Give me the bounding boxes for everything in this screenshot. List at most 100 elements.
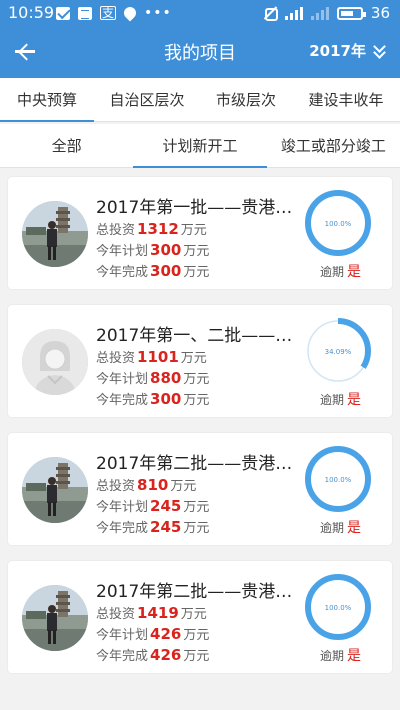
unit-label: 万元: [183, 500, 210, 515]
annual-completed-label: 今年完成: [96, 649, 149, 664]
progress-text: 100.0%: [325, 604, 352, 612]
tab-city-level[interactable]: 市级层次: [200, 78, 292, 121]
unit-label: 万元: [183, 521, 210, 536]
unit-label: 万元: [183, 393, 210, 408]
project-title: 2017年第二批——贵港市…: [96, 582, 306, 602]
overdue-label: 逾期: [320, 393, 345, 407]
status-time: 10:59: [8, 3, 55, 22]
total-investment-value: 1419: [137, 604, 179, 622]
annual-plan: 今年计划 426 万元: [96, 624, 209, 643]
mute-icon: [263, 6, 278, 21]
project-card[interactable]: 2017年第二批——贵港市… 总投资 1419 万元 今年计划 426 万元 今年完成 426 万…: [7, 560, 393, 674]
signal-icon: [284, 6, 303, 20]
annual-plan-label: 今年计划: [96, 628, 149, 643]
total-investment: 总投资 1101 万元: [96, 347, 207, 366]
project-photo: [22, 457, 88, 523]
annual-completed: 今年完成 426 万元: [96, 645, 209, 664]
overdue-label: 逾期: [320, 521, 345, 535]
annual-plan: 今年计划 300 万元: [96, 240, 209, 259]
annual-plan-label: 今年计划: [96, 500, 149, 515]
tab-central-budget[interactable]: 中央预算: [0, 78, 94, 122]
annual-completed-value: 300: [150, 262, 182, 280]
unit-label: 万元: [183, 265, 210, 280]
annual-completed-value: 426: [150, 646, 182, 664]
total-investment-value: 810: [137, 476, 169, 494]
annual-plan-value: 300: [150, 241, 182, 259]
signal-icon-2: [310, 6, 329, 20]
mail-icon: [56, 6, 70, 20]
unit-label: 万元: [183, 628, 210, 643]
annual-plan-value: 880: [150, 369, 182, 387]
annual-completed: 今年完成 300 万元: [96, 261, 209, 280]
status-system-icons: 36: [263, 4, 390, 22]
tab-all[interactable]: 全部: [0, 124, 133, 167]
overdue-status: 逾期是: [320, 645, 361, 665]
default-avatar-icon: [22, 329, 88, 395]
total-investment: 总投资 1312 万元: [96, 219, 207, 238]
total-investment-label: 总投资: [96, 223, 136, 238]
overdue-value: 是: [347, 648, 362, 664]
progress-ring: 34.09%: [305, 318, 371, 384]
unit-label: 万元: [183, 649, 210, 664]
alipay-icon: 支: [100, 6, 117, 20]
project-card[interactable]: 2017年第一、二批——贵… 总投资 1101 万元 今年计划 880 万元 今年完成 300 万…: [7, 304, 393, 418]
battery-icon: [336, 6, 366, 20]
overdue-status: 逾期是: [320, 389, 361, 409]
annual-plan-value: 426: [150, 625, 182, 643]
annual-plan: 今年计划 880 万元: [96, 368, 209, 387]
total-investment: 总投资 810 万元: [96, 475, 196, 494]
annual-completed: 今年完成 300 万元: [96, 389, 209, 408]
progress-ring: 100.0%: [305, 446, 371, 512]
annual-completed-label: 今年完成: [96, 521, 149, 536]
overdue-status: 逾期是: [320, 517, 361, 537]
annual-completed: 今年完成 245 万元: [96, 517, 209, 536]
annual-completed-value: 300: [150, 390, 182, 408]
total-investment-label: 总投资: [96, 351, 136, 366]
project-card[interactable]: 2017年第一批——贵港市… 总投资 1312 万元 今年计划 300 万元 今年完成 300 万…: [7, 176, 393, 290]
message-icon: [78, 6, 92, 20]
annual-plan-label: 今年计划: [96, 244, 149, 259]
progress-ring: 100.0%: [305, 190, 371, 256]
project-photo: [22, 201, 88, 267]
unit-label: 万元: [180, 223, 207, 238]
progress-text: 100.0%: [325, 220, 352, 228]
secondary-tabs: 全部 计划新开工 竣工或部分竣工: [0, 124, 400, 168]
overdue-value: 是: [347, 392, 362, 408]
total-investment-label: 总投资: [96, 607, 136, 622]
tab-completed[interactable]: 竣工或部分竣工: [267, 124, 400, 167]
location-icon: [121, 4, 139, 22]
total-investment-label: 总投资: [96, 479, 136, 494]
tab-planned-new-start[interactable]: 计划新开工: [133, 124, 267, 168]
overdue-status: 逾期是: [320, 261, 361, 281]
project-title: 2017年第一批——贵港市…: [96, 198, 306, 218]
project-title: 2017年第二批——贵港市…: [96, 454, 306, 474]
annual-completed-label: 今年完成: [96, 393, 149, 408]
year-selector-button[interactable]: 2017年: [309, 39, 388, 61]
unit-label: 万元: [183, 244, 210, 259]
overdue-value: 是: [347, 264, 362, 280]
more-notifications-icon: •••: [144, 5, 172, 21]
unit-label: 万元: [170, 479, 197, 494]
unit-label: 万元: [180, 607, 207, 622]
annual-completed-value: 245: [150, 518, 182, 536]
progress-ring: 100.0%: [305, 574, 371, 640]
battery-level: 36: [370, 4, 390, 22]
annual-completed-label: 今年完成: [96, 265, 149, 280]
unit-label: 万元: [183, 372, 210, 387]
progress-text: 100.0%: [325, 476, 352, 484]
overdue-value: 是: [347, 520, 362, 536]
primary-tabs: 中央预算 自治区层次 市级层次 建设丰收年: [0, 78, 400, 122]
nav-bar: 我的项目 2017年: [0, 26, 400, 78]
total-investment: 总投资 1419 万元: [96, 603, 207, 622]
project-card[interactable]: 2017年第二批——贵港市… 总投资 810 万元 今年计划 245 万元 今年完成 245 万元…: [7, 432, 393, 546]
annual-plan-label: 今年计划: [96, 372, 149, 387]
project-title: 2017年第一、二批——贵…: [96, 326, 306, 346]
total-investment-value: 1101: [137, 348, 179, 366]
overdue-label: 逾期: [320, 265, 345, 279]
year-label: 2017年: [309, 42, 366, 60]
unit-label: 万元: [180, 351, 207, 366]
status-notification-icons: 支 •••: [56, 4, 172, 22]
tab-construction-harvest-year[interactable]: 建设丰收年: [292, 78, 400, 121]
tab-autonomous-region[interactable]: 自治区层次: [94, 78, 200, 121]
overdue-label: 逾期: [320, 649, 345, 663]
